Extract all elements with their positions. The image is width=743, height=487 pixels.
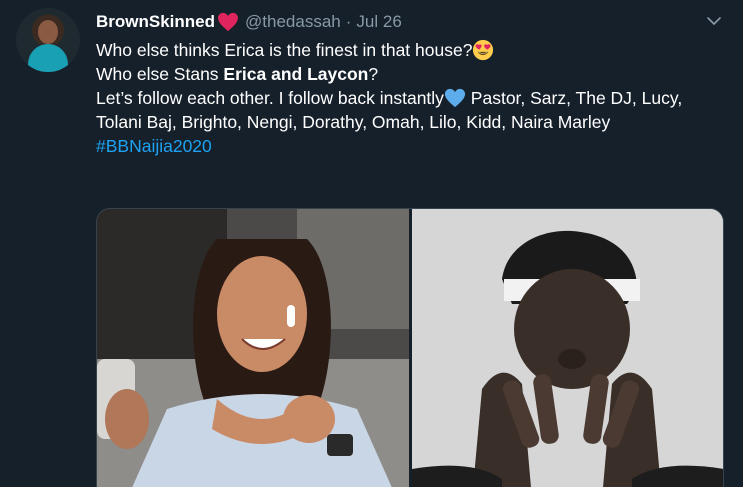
avatar-shirt (28, 44, 68, 72)
hashtag-link[interactable]: #BBNaijia2020 (96, 136, 212, 156)
line-2-bold: Erica and Laycon (223, 64, 369, 84)
photo-left-illustration (97, 209, 409, 487)
display-name[interactable]: BrownSkinned (96, 12, 215, 32)
photo-right[interactable] (412, 209, 723, 487)
avatar-face (38, 20, 58, 44)
user-handle[interactable]: @thedassah (245, 12, 341, 32)
avatar[interactable] (16, 8, 80, 72)
blue-heart-icon (444, 88, 466, 108)
red-heart-icon (218, 12, 239, 32)
line-1-text: Who else thinks Erica is the finest in t… (96, 40, 473, 60)
heart-eyes-emoji-icon (473, 39, 494, 61)
tweet-line-1: Who else thinks Erica is the finest in t… (96, 38, 724, 62)
chevron-down-icon[interactable] (705, 12, 723, 30)
tweet-header: BrownSkinned @thedassah · Jul 26 (96, 10, 402, 34)
tweet[interactable]: BrownSkinned @thedassah · Jul 26 Who els… (0, 0, 743, 487)
tweet-text: Who else thinks Erica is the finest in t… (96, 38, 724, 158)
tweet-line-3: Let’s follow each other. I follow back i… (96, 86, 724, 134)
photo-right-illustration (412, 209, 723, 487)
line-2-suffix: ? (368, 64, 379, 84)
tweet-date[interactable]: Jul 26 (356, 12, 401, 32)
separator-dot: · (345, 12, 352, 31)
media-grid (96, 208, 724, 487)
line-2-prefix: Who else Stans (96, 64, 224, 84)
line-3-prefix: Let’s follow each other. I follow back i… (96, 88, 444, 108)
tweet-line-2: Who else Stans Erica and Laycon? (96, 62, 724, 86)
photo-left[interactable] (97, 209, 409, 487)
hashtag-line: #BBNaijia2020 (96, 134, 724, 158)
